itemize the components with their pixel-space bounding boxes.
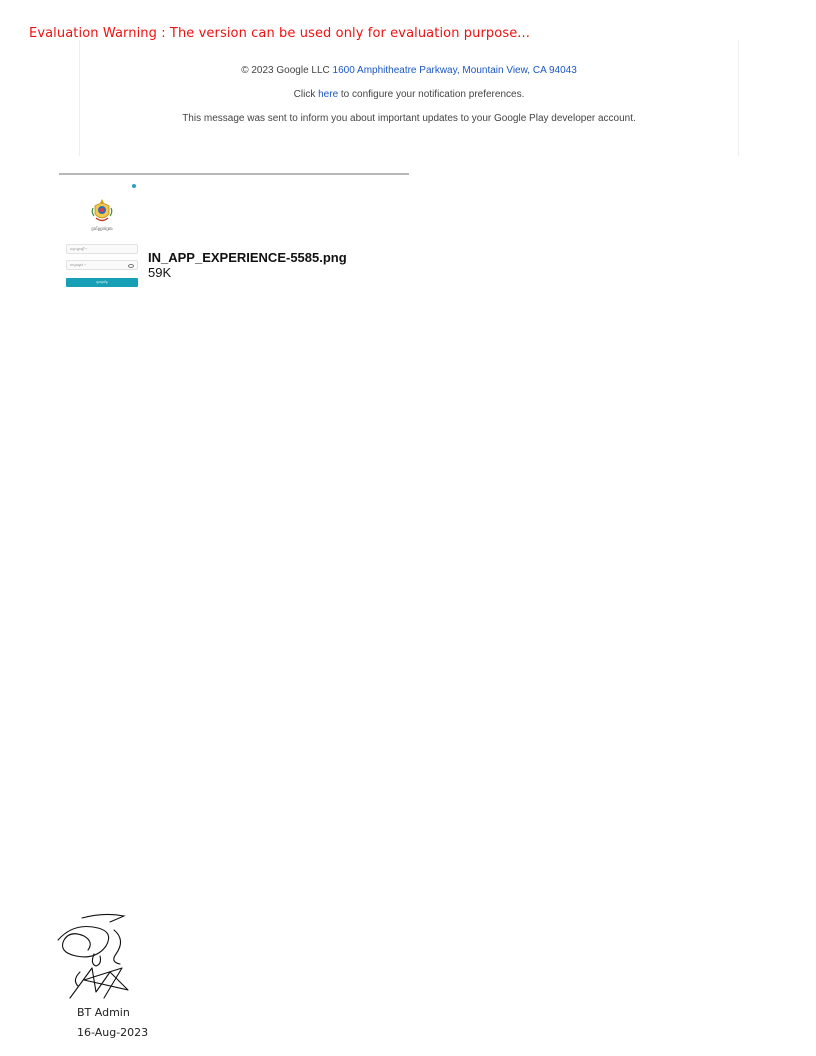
- attachment-thumbnail[interactable]: ប្រព័ន្ធគ្រប់គ្រង ឈ្មោះអ្នកប្រើ * ពាក្យស…: [63, 181, 141, 289]
- login-button: ចូលប្រព័ន្ធ: [66, 278, 138, 287]
- attachment-size: 59K: [148, 265, 172, 280]
- email-footer: © 2023 Google LLC 1600 Amphitheatre Park…: [79, 40, 739, 156]
- prefs-text-after: to configure your notification preferenc…: [340, 89, 525, 100]
- evaluation-warning: Evaluation Warning : The version can be …: [29, 26, 530, 41]
- attachment-filename[interactable]: IN_APP_EXPERIENCE-5585.png: [148, 250, 347, 265]
- copyright-line: © 2023 Google LLC 1600 Amphitheatre Park…: [80, 65, 738, 76]
- eye-icon: [128, 264, 134, 268]
- address-link[interactable]: 1600 Amphitheatre Parkway, Mountain View…: [333, 65, 577, 76]
- preferences-link[interactable]: here: [318, 89, 338, 100]
- app-emblem-icon: [91, 199, 113, 222]
- handwritten-signature: [57, 913, 129, 999]
- status-dot: [132, 184, 136, 188]
- signature-date: 16-Aug-2023: [77, 1026, 149, 1039]
- notice-text: This message was sent to inform you abou…: [182, 113, 636, 124]
- password-placeholder: ពាក្យសម្ងាត់ *: [70, 263, 86, 267]
- signer-name: BT Admin: [77, 1006, 130, 1019]
- password-field: ពាក្យសម្ងាត់ *: [66, 260, 138, 270]
- username-field: ឈ្មោះអ្នកប្រើ *: [66, 244, 138, 254]
- app-title: ប្រព័ន្ធគ្រប់គ្រង: [91, 226, 113, 231]
- copyright-text: © 2023 Google LLC: [241, 65, 330, 76]
- preferences-line: Click here to configure your notificatio…: [80, 89, 738, 100]
- attachment-divider: [59, 173, 409, 175]
- username-placeholder: ឈ្មោះអ្នកប្រើ *: [70, 247, 87, 251]
- prefs-text-before: Click: [293, 89, 316, 100]
